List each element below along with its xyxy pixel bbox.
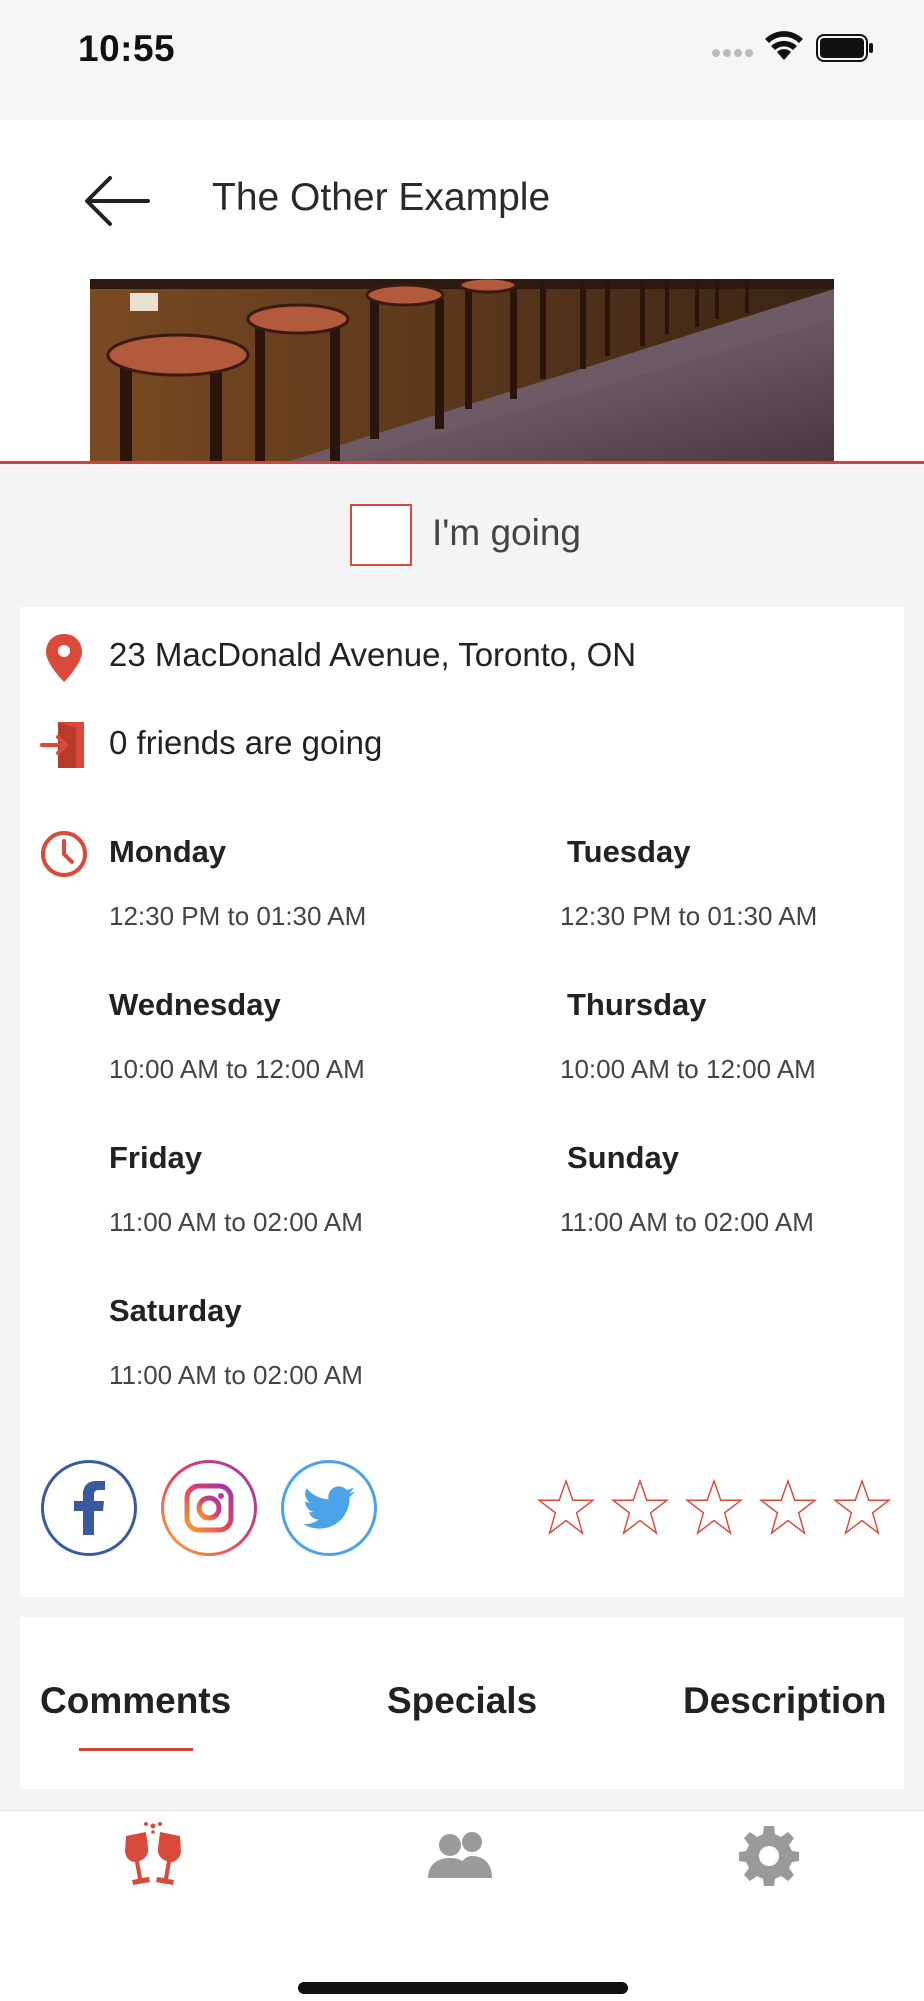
tab-comments[interactable]: Comments	[40, 1680, 231, 1722]
rating-star-1[interactable]	[537, 1478, 595, 1536]
rating-star-4[interactable]	[759, 1478, 817, 1536]
hours-day-sunday: Sunday	[567, 1140, 679, 1175]
hours-time-friday: 11:00 AM to 02:00 AM	[109, 1207, 363, 1237]
hours-time-wednesday: 10:00 AM to 12:00 AM	[109, 1054, 365, 1084]
clock-icon	[41, 831, 87, 877]
twitter-button[interactable]	[281, 1460, 377, 1556]
status-time: 10:55	[78, 28, 176, 69]
friends-going-text: 0 friends are going	[109, 724, 383, 761]
people-icon	[428, 1832, 492, 1878]
page-title: The Other Example	[212, 176, 551, 219]
tab-description[interactable]: Description	[683, 1680, 887, 1722]
instagram-button[interactable]	[161, 1460, 257, 1556]
home-indicator	[298, 1982, 628, 1994]
twitter-icon	[303, 1486, 355, 1529]
wifi-icon	[765, 31, 803, 60]
venue-image	[90, 279, 834, 461]
arrow-left-icon	[85, 176, 150, 226]
location-pin-icon	[46, 634, 82, 682]
rating-star-3[interactable]	[685, 1478, 743, 1536]
facebook-button[interactable]	[41, 1460, 137, 1556]
hours-day-saturday: Saturday	[109, 1293, 242, 1328]
instagram-icon	[184, 1483, 234, 1533]
back-button[interactable]	[80, 168, 156, 234]
hours-time-monday: 12:30 PM to 01:30 AM	[109, 901, 367, 931]
rating-star-5[interactable]	[833, 1478, 891, 1536]
nav-settings[interactable]	[737, 1824, 801, 1893]
active-tab-indicator	[79, 1748, 193, 1751]
hours-time-thursday: 10:00 AM to 12:00 AM	[560, 1054, 816, 1084]
hours-time-saturday: 11:00 AM to 02:00 AM	[109, 1360, 363, 1390]
battery-icon	[816, 34, 873, 62]
hours-time-sunday: 11:00 AM to 02:00 AM	[560, 1207, 814, 1237]
going-checkbox[interactable]	[350, 504, 412, 566]
hours-time-tuesday: 12:30 PM to 01:30 AM	[560, 901, 818, 931]
nav-venues[interactable]	[122, 1822, 184, 1893]
hours-day-tuesday: Tuesday	[567, 834, 691, 869]
hours-day-thursday: Thursday	[567, 987, 707, 1022]
hours-day-monday: Monday	[109, 834, 227, 869]
door-enter-icon	[40, 722, 84, 768]
wine-glasses-icon	[125, 1822, 181, 1885]
address-text: 23 MacDonald Avenue, Toronto, ON	[109, 636, 637, 673]
signal-icon	[712, 49, 753, 57]
tab-specials[interactable]: Specials	[387, 1680, 537, 1722]
rating-star-2[interactable]	[611, 1478, 669, 1536]
facebook-icon	[74, 1481, 105, 1535]
going-label: I'm going	[432, 512, 581, 553]
nav-friends[interactable]	[428, 1830, 494, 1885]
hours-day-wednesday: Wednesday	[109, 987, 281, 1022]
header-divider	[0, 461, 924, 464]
hours-day-friday: Friday	[109, 1140, 203, 1175]
gear-icon	[739, 1826, 799, 1886]
